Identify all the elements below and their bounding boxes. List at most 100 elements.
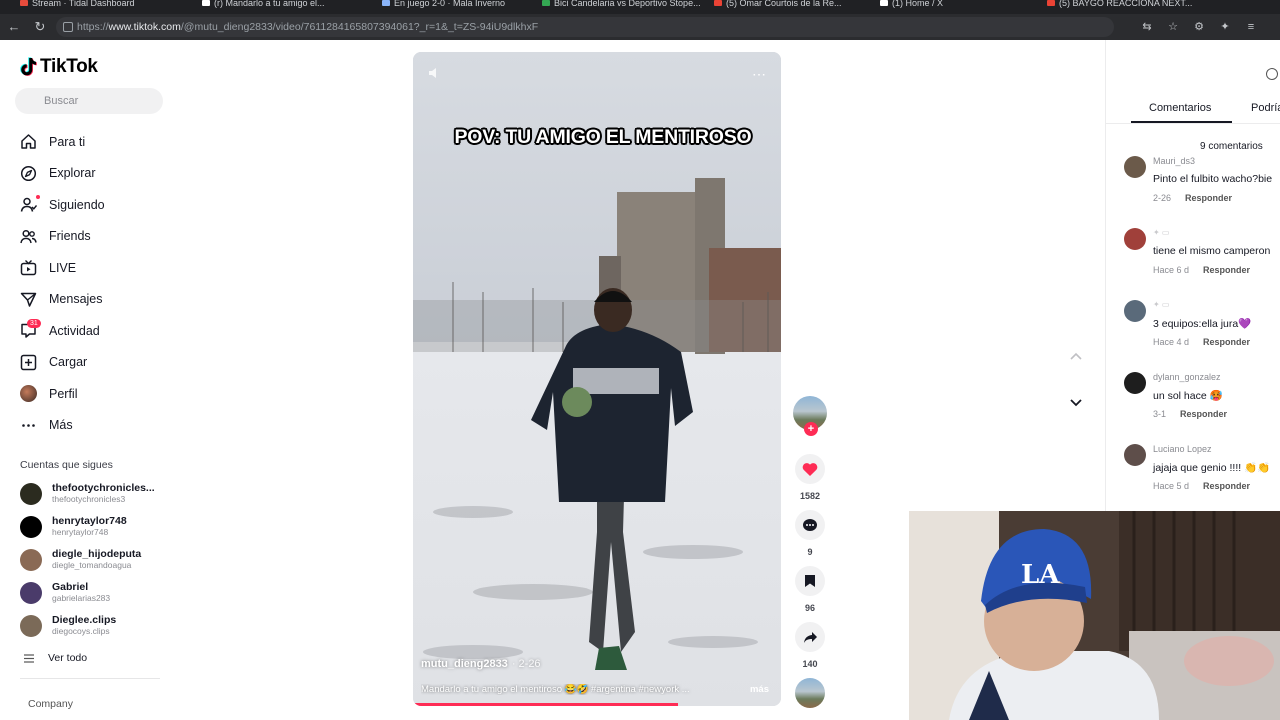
mute-icon[interactable]	[427, 66, 441, 80]
account-avatar	[20, 483, 42, 505]
account-avatar	[20, 582, 42, 604]
following-account[interactable]: diegle_hijodeputa diegle_tomandoagua	[20, 544, 180, 576]
video-progress-bar[interactable]	[413, 703, 678, 706]
video-more-options-icon[interactable]: ⋯	[752, 66, 767, 83]
webcam-overlay: LA	[909, 511, 1280, 720]
account-handle: henrytaylor748	[52, 527, 109, 537]
browser-tab[interactable]: En juego 2-0 · Mala Inverno	[380, 0, 530, 14]
search-input[interactable]	[15, 88, 163, 114]
tiktok-logo[interactable]: TikTok	[20, 56, 98, 78]
nav-item-mensajes[interactable]: Mensajes	[20, 284, 180, 316]
browser-tab[interactable]: (r) Mandarlo a tu amigo el...	[200, 0, 370, 14]
sound-disc-button[interactable]	[790, 678, 830, 708]
following-account[interactable]: henrytaylor748 henrytaylor748	[20, 511, 180, 543]
nav-label: Friends	[49, 229, 91, 244]
company-link[interactable]: Company	[28, 698, 73, 710]
reply-button[interactable]: Responder	[1185, 193, 1232, 203]
reading-list-icon[interactable]: ≡	[1244, 20, 1258, 34]
share-button[interactable]: 140	[790, 622, 830, 669]
comment-text: tiene el mismo camperon	[1153, 245, 1271, 257]
following-account[interactable]: Gabriel gabrielarias283	[20, 577, 180, 609]
next-video-chevron-down-icon[interactable]	[1064, 390, 1088, 414]
account-avatar	[20, 516, 42, 538]
tab-label: En juego 2-0 · Mala Inverno	[394, 0, 506, 8]
tab-label: (1) Home / X	[892, 0, 944, 8]
comment-text: Pinto el fulbito wacho?bie	[1153, 173, 1273, 185]
nav-label: Cargar	[49, 355, 88, 370]
live-icon	[20, 260, 37, 276]
translate-icon[interactable]: ⇆	[1140, 20, 1154, 34]
back-arrow-icon[interactable]: ←	[6, 19, 22, 35]
heart-icon	[802, 462, 818, 476]
tab-label: (5) BAYGO REACCIONA NEXT...	[1059, 0, 1193, 8]
previous-video-chevron-up-icon[interactable]	[1064, 344, 1088, 368]
comment-avatar[interactable]	[1124, 372, 1146, 394]
account-text: diegle_hijodeputa diegle_tomandoagua	[52, 549, 141, 571]
comment-username[interactable]: Mauri_ds3	[1153, 156, 1195, 166]
extensions-puzzle-icon[interactable]: ✦	[1218, 20, 1232, 34]
reload-icon[interactable]: ↻	[32, 19, 48, 35]
comment-avatar[interactable]	[1124, 444, 1146, 466]
video-author[interactable]: mutu_dieng2833 · 2-26	[421, 658, 541, 670]
tab-comentarios[interactable]: Comentarios	[1149, 102, 1211, 114]
comment-time: 3-1	[1153, 409, 1167, 419]
nav-item-explorar[interactable]: Explorar	[20, 158, 180, 190]
comment-username[interactable]: dylann_gonzalez	[1153, 372, 1221, 382]
browser-tab[interactable]: (1) Home / X	[878, 0, 1035, 14]
following-account[interactable]: Dieglee.clips diegocoys.clips	[20, 610, 180, 642]
comment-text: 3 equipos:ella jura💜	[1153, 318, 1252, 330]
friends-icon	[20, 229, 37, 243]
account-handle: diegocoys.clips	[52, 626, 110, 636]
caption-more-button[interactable]: más	[750, 684, 769, 695]
comment-username-emoji-icon[interactable]: ✦ ▭	[1153, 300, 1169, 309]
reply-button[interactable]: Responder	[1203, 481, 1250, 491]
nav-item-siguiendo[interactable]: Siguiendo	[20, 189, 180, 221]
tab-podria[interactable]: Podría	[1251, 102, 1280, 114]
comment-avatar[interactable]	[1124, 300, 1146, 322]
reply-button[interactable]: Responder	[1180, 409, 1227, 419]
nav-item-cargar[interactable]: Cargar	[20, 347, 180, 379]
nav-item-actividad[interactable]: 31 Actividad	[20, 315, 180, 347]
browser-tab[interactable]: Bici Candelaria vs Deportivo Stope...	[540, 0, 702, 14]
follow-plus-icon[interactable]: +	[804, 422, 818, 436]
comment-avatar[interactable]	[1124, 156, 1146, 178]
nav-item-para-ti[interactable]: Para ti	[20, 126, 180, 158]
home-icon	[21, 134, 36, 149]
creator-avatar-button[interactable]: +	[790, 396, 830, 436]
comment-total: 9 comentarios	[1200, 141, 1263, 152]
see-all-link[interactable]: Ver todo	[24, 652, 87, 664]
bookmark-star-icon[interactable]: ☆	[1166, 20, 1180, 34]
browser-tab[interactable]: (5) Omar Courtois de la Re...	[712, 0, 868, 14]
comment-username-emoji-icon[interactable]: ✦ ▭	[1153, 228, 1169, 237]
nav-item-friends[interactable]: Friends	[20, 221, 180, 253]
nav-label: Para ti	[49, 134, 86, 149]
nav-item-perfil[interactable]: Perfil	[20, 378, 180, 410]
nav-item-mas[interactable]: Más	[20, 410, 180, 442]
account-name: Dieglee.clips	[52, 614, 117, 626]
comment-username[interactable]: Luciano Lopez	[1153, 444, 1212, 454]
clock-icon[interactable]	[1266, 68, 1278, 80]
comment-item: Luciano Lopez jajaja que genio !!!! 👏👏 Hac…	[1124, 444, 1280, 506]
reply-button[interactable]: Responder	[1203, 265, 1250, 275]
reply-button[interactable]: Responder	[1203, 337, 1250, 347]
account-avatar	[20, 549, 42, 571]
nav-label: Siguiendo	[49, 197, 105, 212]
url-text: https://www.tiktok.com/@mutu_dieng2833/v…	[77, 21, 539, 33]
url-field[interactable]: https://www.tiktok.com/@mutu_dieng2833/v…	[56, 17, 1114, 37]
bookmark-icon	[805, 575, 815, 587]
extension-icon[interactable]: ⚙	[1192, 20, 1206, 34]
like-button[interactable]: 1582	[790, 454, 830, 501]
comment-time: Hace 4 d	[1153, 337, 1190, 347]
video-player[interactable]: ⋯ POV: TU AMIGO EL MENTIROSO mutu_dieng2…	[413, 52, 781, 706]
nav-item-live[interactable]: LIVE	[20, 252, 180, 284]
account-avatar	[20, 615, 42, 637]
save-button[interactable]: 96	[790, 566, 830, 613]
browser-tab[interactable]: (5) BAYGO REACCIONA NEXT...	[1045, 0, 1245, 14]
comment-avatar[interactable]	[1124, 228, 1146, 250]
browser-tab[interactable]: Stream · Tidal Dashboard	[18, 0, 190, 14]
comment-button[interactable]: 9	[790, 510, 830, 557]
following-account[interactable]: thefootychronicles... thefootychronicles3	[20, 478, 180, 510]
comment-time: Hace 6 d	[1153, 265, 1190, 275]
comment-item: ✦ ▭ 3 equipos:ella jura💜 Hace 4 d Responder	[1124, 300, 1280, 362]
svg-text:LA: LA	[1021, 560, 1060, 590]
